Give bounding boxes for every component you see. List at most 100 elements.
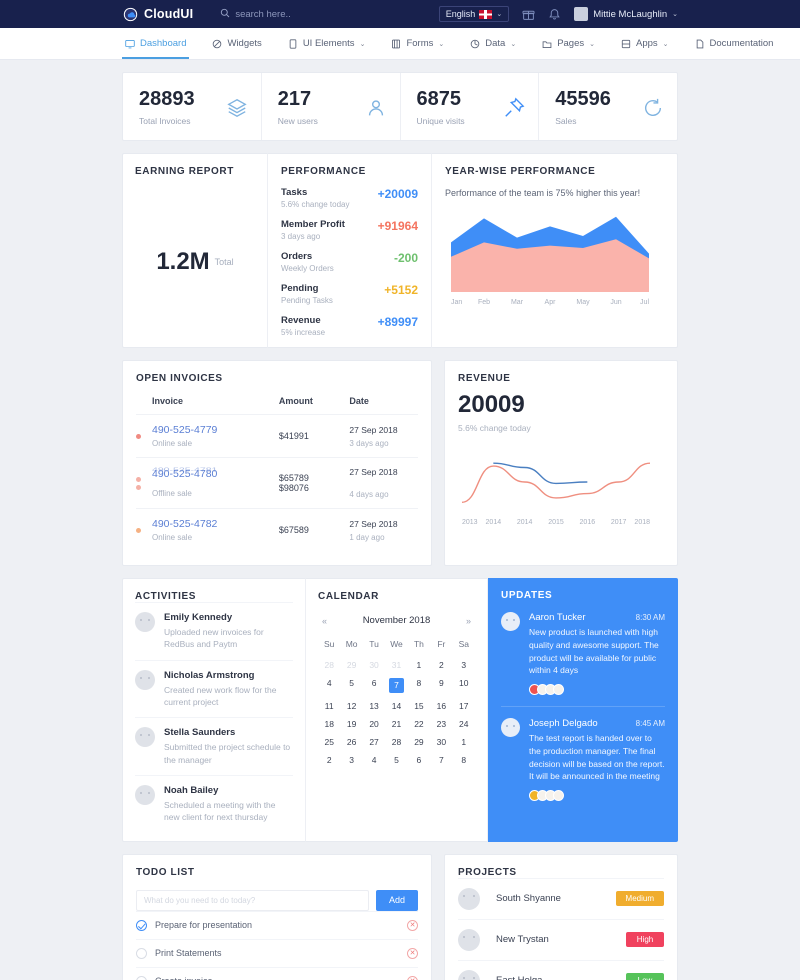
calendar-day[interactable]: 4 [363,751,385,769]
todo-item[interactable]: Print Statements ✕ [136,938,418,967]
invoice-link[interactable]: 490-525-4779 [152,424,279,436]
calendar-day[interactable]: 9 [430,674,452,697]
list-item[interactable]: South Shyanne Medium [458,877,664,919]
todo-item[interactable]: Prepare for presentation ✕ [136,910,418,939]
table-row[interactable]: 490-525-4780 490-525-4781 Offline sale $… [136,457,418,509]
performance-row: Pending Pending Tasks +5152 [281,283,418,305]
nav-item-documentation[interactable]: Documentation [692,28,777,59]
reaction-icon[interactable] [553,790,564,801]
nav-item-dashboard[interactable]: Dashboard [122,28,189,59]
list-item[interactable]: Noah Bailey Scheduled a meeting with the… [135,774,293,833]
calendar-day[interactable]: 3 [340,751,362,769]
table-row[interactable]: 490-525-4779 Online sale $41991 27 Sep 2… [136,414,418,458]
calendar-day[interactable]: 16 [430,697,452,715]
table-row[interactable]: 490-525-4782 Online sale $67589 27 Sep 2… [136,508,418,551]
calendar-day[interactable]: 1 [453,733,475,751]
nav-item-ui-elements[interactable]: UI Elements ⌄ [285,28,369,59]
list-item[interactable]: Stella Saunders Submitted the project sc… [135,717,293,775]
delete-todo-icon[interactable]: ✕ [407,947,418,959]
calendar-day[interactable]: 27 [363,733,385,751]
calendar-grid[interactable]: Su Mo Tu We Th Fr Sa 28 29 30 31 1 2 3 4 5 6 7 8 9 10 11 12 13 1… [318,635,475,769]
todo-input[interactable] [136,889,369,911]
calendar-day[interactable]: 29 [408,733,430,751]
user-menu[interactable]: Mittie McLaughlin ⌄ [574,7,678,21]
next-month-button[interactable]: » [466,616,471,626]
todo-checkbox[interactable] [136,919,147,931]
calendar-header: « November 2018 » [318,615,475,626]
nav-item-widgets[interactable]: Widgets [209,28,264,59]
search-input[interactable] [235,8,386,20]
calendar-day[interactable]: 28 [318,656,340,674]
delete-todo-icon[interactable]: ✕ [407,919,418,931]
delete-todo-icon[interactable]: ✕ [407,975,418,980]
calendar-day[interactable]: 6 [408,751,430,769]
calendar-day[interactable]: 25 [318,733,340,751]
nav-item-data[interactable]: Data ⌄ [467,28,519,59]
calendar-day[interactable]: 30 [363,656,385,674]
calendar-day[interactable]: 30 [430,733,452,751]
calendar-day[interactable]: 19 [340,715,362,733]
calendar-day[interactable]: 23 [430,715,452,733]
add-todo-button[interactable]: Add [375,889,418,911]
reaction-list[interactable] [529,790,665,801]
invoices-table: Invoice Amount Date 490-525-4779 Online … [136,396,418,551]
reaction-icon[interactable] [553,684,564,695]
invoice-link-overlapped[interactable]: 490-525-4781 [152,467,217,474]
calendar-day[interactable]: 31 [385,656,407,674]
calendar-day[interactable]: 15 [408,697,430,715]
list-item[interactable]: Emily Kennedy Uploaded new invoices for … [135,602,293,660]
calendar-day[interactable]: 8 [408,674,430,697]
calendar-day[interactable]: 1 [408,656,430,674]
nav-item-forms[interactable]: Forms ⌄ [388,28,447,59]
uk-flag-icon [479,9,493,19]
todo-checkbox[interactable] [136,947,147,959]
calendar-day[interactable]: 26 [340,733,362,751]
svg-text:Jun: Jun [610,299,621,306]
calendar-day[interactable]: 10 [453,674,475,697]
calendar-day[interactable]: 6 [363,674,385,697]
calendar-day[interactable]: 7 [430,751,452,769]
calendar-day[interactable]: 2 [318,751,340,769]
gift-icon[interactable] [522,8,535,21]
nav-item-pages[interactable]: Pages ⌄ [539,28,598,59]
reaction-list[interactable] [529,684,665,695]
todo-checkbox[interactable] [136,975,147,980]
card-title: OPEN INVOICES [136,373,223,384]
bell-icon[interactable] [548,8,561,21]
calendar-day-selected[interactable]: 7 [385,674,407,697]
calendar-day[interactable]: 3 [453,656,475,674]
calendar-day[interactable]: 8 [453,751,475,769]
calendar-day[interactable]: 21 [385,715,407,733]
calendar-day[interactable]: 11 [318,697,340,715]
calendar-day[interactable]: 22 [408,715,430,733]
nav-item-apps[interactable]: Apps ⌄ [618,28,672,59]
list-item[interactable]: New Trystan High [458,918,664,960]
calendar-day[interactable]: 20 [363,715,385,733]
list-item[interactable]: Joseph Delgado 8:45 AM The test report i… [501,706,665,812]
calendar-dow: Th [413,639,424,649]
calendar-day[interactable]: 13 [363,697,385,715]
brand[interactable]: CloudUI [122,6,193,23]
calendar-day[interactable]: 5 [340,674,362,697]
list-item[interactable]: East Helga Low [458,959,664,980]
calendar-day[interactable]: 14 [385,697,407,715]
row-activities-calendar-updates: ACTIVITIES Emily Kennedy Uploaded new in… [122,578,678,842]
calendar-day[interactable]: 12 [340,697,362,715]
calendar-day[interactable]: 28 [385,733,407,751]
calendar-day[interactable]: 17 [453,697,475,715]
prev-month-button[interactable]: « [322,616,327,626]
calendar-day[interactable]: 24 [453,715,475,733]
invoice-cell: 490-525-4782 Online sale [152,508,279,551]
todo-item[interactable]: Create invoice ✕ [136,966,418,980]
search-box[interactable] [220,8,438,21]
list-item[interactable]: Aaron Tucker 8:30 AM New product is laun… [501,601,665,706]
calendar-day[interactable]: 4 [318,674,340,697]
calendar-day[interactable]: 18 [318,715,340,733]
calendar-day[interactable]: 2 [430,656,452,674]
calendar-day[interactable]: 29 [340,656,362,674]
invoice-link[interactable]: 490-525-4782 [152,518,279,530]
language-selector[interactable]: English ⌄ [438,6,510,22]
stat-value: 45596 [555,88,611,110]
list-item[interactable]: Nicholas Armstrong Created new work flow… [135,659,293,718]
calendar-day[interactable]: 5 [385,751,407,769]
